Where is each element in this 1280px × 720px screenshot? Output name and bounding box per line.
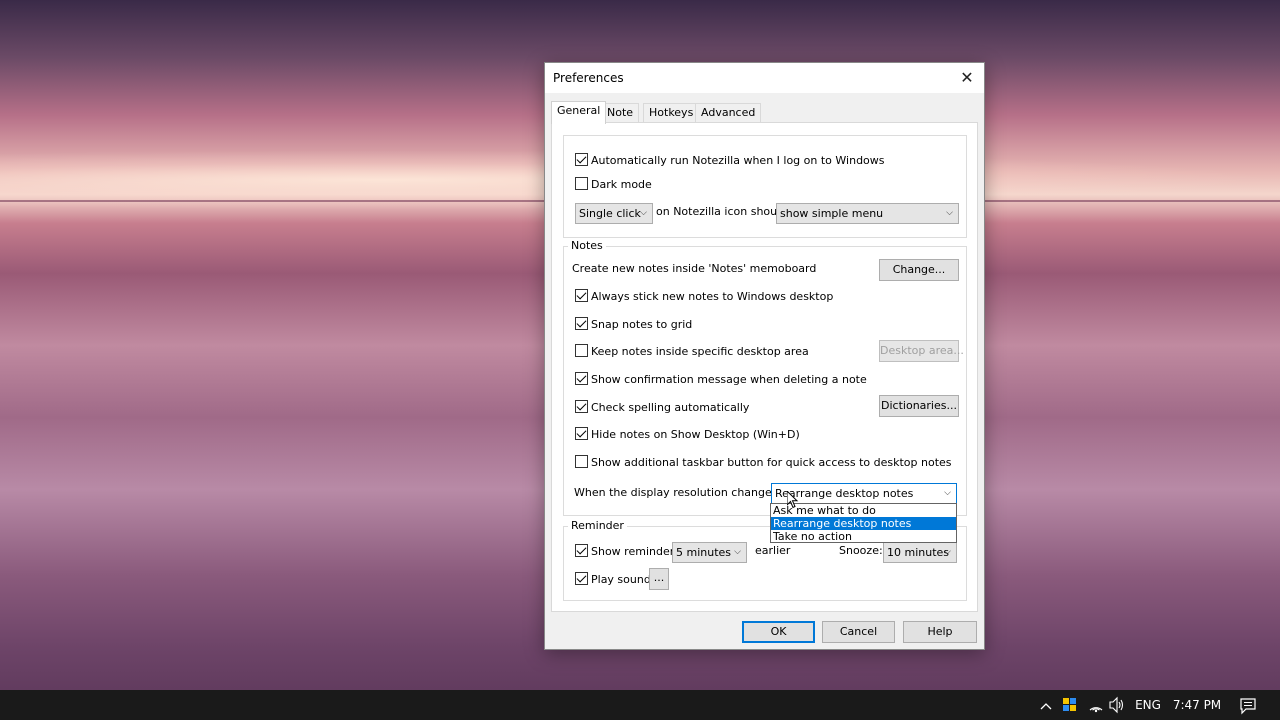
help-button[interactable]: Help xyxy=(903,621,977,643)
sound-browse-button[interactable]: ... xyxy=(649,568,669,590)
dark-mode-option[interactable]: Dark mode xyxy=(575,177,652,192)
resolution-label: When the display resolution changes: xyxy=(574,486,782,499)
auto-run-option[interactable]: Automatically run Notezilla when I log o… xyxy=(575,153,885,168)
click-type-select[interactable]: Single click ⌵ xyxy=(575,203,653,224)
app-tray-icon[interactable] xyxy=(1061,690,1079,720)
earlier-text: earlier xyxy=(755,544,791,557)
tab-note[interactable]: Note xyxy=(601,103,640,123)
close-icon[interactable]: ✕ xyxy=(950,63,984,93)
chevron-down-icon: ⌵ xyxy=(734,547,741,557)
reminder-time-select[interactable]: 5 minutes ⌵ xyxy=(672,542,747,563)
icon-action-value: show simple menu xyxy=(780,207,884,220)
icon-action-select[interactable]: show simple menu ⌵ xyxy=(776,203,959,224)
always-stick-label: Always stick new notes to Windows deskto… xyxy=(591,290,834,303)
cancel-button[interactable]: Cancel xyxy=(822,621,895,643)
play-sound-option[interactable]: Play sound xyxy=(575,572,651,587)
snap-grid-label: Snap notes to grid xyxy=(591,318,693,331)
snap-grid-option[interactable]: Snap notes to grid xyxy=(575,317,692,332)
notes-group-label: Notes xyxy=(568,239,606,252)
show-hidden-icons-icon[interactable] xyxy=(1038,690,1054,720)
taskbar-button-label: Show additional taskbar button for quick… xyxy=(591,456,952,469)
snooze-value: 10 minutes xyxy=(887,546,950,559)
dark-mode-checkbox[interactable] xyxy=(575,177,588,190)
chevron-down-icon: ⌵ xyxy=(944,488,951,498)
check-spelling-checkbox[interactable] xyxy=(575,400,588,413)
dropdown-option-rearrange[interactable]: Rearrange desktop notes xyxy=(771,517,956,530)
confirm-delete-option[interactable]: Show confirmation message when deleting … xyxy=(575,372,867,387)
ok-button[interactable]: OK xyxy=(742,621,815,643)
resolution-dropdown-list: Ask me what to do Rearrange desktop note… xyxy=(770,503,957,543)
snooze-label: Snooze: xyxy=(839,544,883,557)
dark-mode-label: Dark mode xyxy=(591,178,652,191)
network-icon[interactable] xyxy=(1087,690,1105,720)
show-reminder-option[interactable]: Show reminder xyxy=(575,544,674,559)
keep-inside-checkbox[interactable] xyxy=(575,344,588,357)
dictionaries-button[interactable]: Dictionaries... xyxy=(879,395,959,417)
snap-grid-checkbox[interactable] xyxy=(575,317,588,330)
check-spelling-option[interactable]: Check spelling automatically xyxy=(575,400,749,415)
play-sound-checkbox[interactable] xyxy=(575,572,588,585)
create-notes-text: Create new notes inside 'Notes' memoboar… xyxy=(572,262,817,275)
preferences-dialog: Preferences ✕ General Note Hotkeys Advan… xyxy=(544,62,985,650)
show-reminder-label: Show reminder xyxy=(591,545,675,558)
keep-inside-option[interactable]: Keep notes inside specific desktop area xyxy=(575,344,809,359)
language-indicator[interactable]: ENG xyxy=(1134,690,1162,720)
clock[interactable]: 7:47 PM xyxy=(1170,690,1224,720)
hide-notes-option[interactable]: Hide notes on Show Desktop (Win+D) xyxy=(575,427,800,442)
always-stick-option[interactable]: Always stick new notes to Windows deskto… xyxy=(575,289,833,304)
desktop-area-button[interactable]: Desktop area... xyxy=(879,340,964,362)
volume-icon[interactable] xyxy=(1108,690,1126,720)
auto-run-label: Automatically run Notezilla when I log o… xyxy=(591,154,885,167)
chevron-down-icon: ⌵ xyxy=(640,208,647,218)
snooze-select[interactable]: 10 minutes ⌵ xyxy=(883,542,957,563)
tab-hotkeys[interactable]: Hotkeys xyxy=(643,103,700,123)
tab-advanced[interactable]: Advanced xyxy=(695,103,762,123)
taskbar-button-option[interactable]: Show additional taskbar button for quick… xyxy=(575,455,952,470)
show-reminder-checkbox[interactable] xyxy=(575,544,588,557)
confirm-delete-label: Show confirmation message when deleting … xyxy=(591,373,867,386)
taskbar: ENG 7:47 PM xyxy=(0,690,1280,720)
mouse-cursor-icon xyxy=(787,491,799,509)
auto-run-checkbox[interactable] xyxy=(575,153,588,166)
check-spelling-label: Check spelling automatically xyxy=(591,401,750,414)
reminder-time-value: 5 minutes xyxy=(676,546,732,559)
action-center-icon[interactable] xyxy=(1238,690,1258,720)
change-button[interactable]: Change... xyxy=(879,259,959,281)
confirm-delete-checkbox[interactable] xyxy=(575,372,588,385)
title-bar[interactable]: Preferences ✕ xyxy=(545,63,984,93)
icon-action-text: on Notezilla icon should xyxy=(656,205,788,218)
keep-inside-label: Keep notes inside specific desktop area xyxy=(591,345,809,358)
play-sound-label: Play sound xyxy=(591,573,651,586)
chevron-down-icon: ⌵ xyxy=(946,208,953,218)
hide-notes-label: Hide notes on Show Desktop (Win+D) xyxy=(591,428,800,441)
reminder-group-label: Reminder xyxy=(568,519,627,532)
dropdown-option-no-action[interactable]: Take no action xyxy=(771,530,956,543)
tab-general[interactable]: General xyxy=(551,101,607,124)
taskbar-button-checkbox[interactable] xyxy=(575,455,588,468)
hide-notes-checkbox[interactable] xyxy=(575,427,588,440)
always-stick-checkbox[interactable] xyxy=(575,289,588,302)
dialog-title: Preferences xyxy=(553,71,624,85)
click-type-value: Single click xyxy=(579,207,641,220)
chevron-down-icon: ⌵ xyxy=(944,547,951,557)
